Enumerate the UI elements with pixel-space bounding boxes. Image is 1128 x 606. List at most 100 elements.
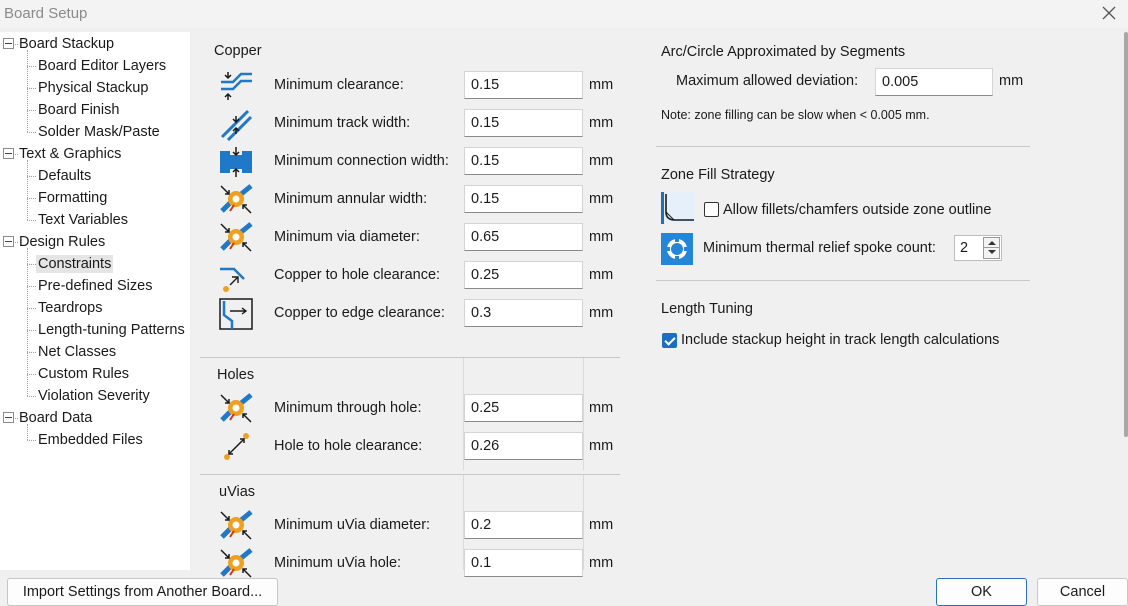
collapse-icon[interactable] xyxy=(3,412,14,423)
grid-line xyxy=(583,358,584,470)
rule-label: Minimum annular width: xyxy=(274,191,428,207)
tree-item-constraints[interactable]: Constraints xyxy=(36,253,114,275)
tree-connector xyxy=(27,286,36,287)
rule-value-input[interactable]: 0.25 xyxy=(464,261,583,289)
tree-item-net-classes[interactable]: Net Classes xyxy=(38,341,116,363)
length-section-title: Length Tuning xyxy=(661,301,753,317)
rule-unit: mm xyxy=(589,305,614,321)
tree-connector xyxy=(27,424,28,440)
rule-label: Hole to hole clearance: xyxy=(274,438,423,454)
rule-value-input[interactable]: 0.15 xyxy=(464,185,583,213)
tree-item-design-rules[interactable]: Design Rules xyxy=(19,231,105,253)
tree-item-board-data[interactable]: Board Data xyxy=(19,407,92,429)
rule-value-input[interactable]: 0.15 xyxy=(464,71,583,99)
rule-unit: mm xyxy=(589,115,614,131)
tree-connector xyxy=(27,220,36,221)
tree-item-label: Board Stackup xyxy=(19,36,115,52)
import-settings-button[interactable]: Import Settings from Another Board... xyxy=(7,578,278,606)
clearance-icon xyxy=(221,72,252,100)
grid-line xyxy=(463,358,464,470)
collapse-icon[interactable] xyxy=(3,38,14,49)
holes-section-title: Holes xyxy=(217,367,255,383)
tree-item-label: Board Finish xyxy=(38,102,120,118)
rule-label: Minimum track width: xyxy=(274,115,411,131)
tree-connector xyxy=(27,66,36,67)
tree-connector xyxy=(27,308,36,309)
tree-item-violation-severity[interactable]: Violation Severity xyxy=(38,385,150,407)
tree-item-label: Defaults xyxy=(38,168,92,184)
tree-item-board-stackup[interactable]: Board Stackup xyxy=(19,33,114,55)
grid-line xyxy=(583,475,584,570)
rule-value-input[interactable]: 0.26 xyxy=(464,432,583,460)
collapse-icon[interactable] xyxy=(3,236,14,247)
tree-connector xyxy=(27,176,36,177)
rule-label: Minimum through hole: xyxy=(274,400,422,416)
spin-up-icon[interactable] xyxy=(984,238,999,248)
rule-unit: mm xyxy=(589,77,614,93)
include-stackup-checkbox[interactable] xyxy=(662,333,677,348)
rule-label: Copper to hole clearance: xyxy=(274,267,441,283)
ok-button[interactable]: OK xyxy=(936,578,1027,606)
cancel-button[interactable]: Cancel xyxy=(1037,578,1128,606)
include-stackup-label: Include stackup height in track length c… xyxy=(681,332,1000,348)
zone-fill-note: Note: zone filling can be slow when < 0.… xyxy=(661,108,930,122)
tree-item-teardrops[interactable]: Teardrops xyxy=(38,297,102,319)
tree-connector xyxy=(15,154,18,155)
tree-item-label: Embedded Files xyxy=(38,432,143,448)
tree-item-label: Physical Stackup xyxy=(38,80,149,96)
rule-value-input[interactable]: 0.15 xyxy=(464,109,583,137)
spoke-count-spinner[interactable]: 2 xyxy=(954,235,1002,261)
rule-unit: mm xyxy=(589,153,614,169)
tree-item-label: Design Rules xyxy=(19,234,106,250)
tree-item-label: Board Data xyxy=(19,410,93,426)
tree-item-board-finish[interactable]: Board Finish xyxy=(38,99,119,121)
tree-item-label: Formatting xyxy=(38,190,108,206)
tree-item-text-variables[interactable]: Text Variables xyxy=(38,209,128,231)
tree-item-board-editor-layers[interactable]: Board Editor Layers xyxy=(38,55,166,77)
spin-down-icon[interactable] xyxy=(984,248,999,258)
title-bar: Board Setup xyxy=(0,0,1128,28)
tree-item-custom-rules[interactable]: Custom Rules xyxy=(38,363,129,385)
grid-line xyxy=(463,475,464,570)
tree-item-length-tuning-patterns[interactable]: Length-tuning Patterns xyxy=(38,319,185,341)
thermal-relief-icon xyxy=(661,233,693,265)
copper-separator xyxy=(200,357,620,358)
arc-separator xyxy=(656,146,1030,147)
fillet-icon xyxy=(661,192,695,224)
rule-value-input[interactable]: 0.25 xyxy=(464,394,583,422)
zone-separator xyxy=(656,280,1030,281)
rule-unit: mm xyxy=(589,191,614,207)
panel-scrollbar[interactable] xyxy=(1124,32,1128,437)
tree-item-defaults[interactable]: Defaults xyxy=(38,165,91,187)
rule-value-input[interactable]: 0.3 xyxy=(464,299,583,327)
tree-item-solder-mask-paste[interactable]: Solder Mask/Paste xyxy=(38,121,160,143)
tree-item-formatting[interactable]: Formatting xyxy=(38,187,107,209)
rule-value-input[interactable]: 0.15 xyxy=(464,147,583,175)
tree-connector xyxy=(27,248,28,396)
rule-value-input[interactable]: 0.2 xyxy=(464,511,583,539)
tree-connector xyxy=(15,242,18,243)
allow-fillets-label: Allow fillets/chamfers outside zone outl… xyxy=(723,202,992,218)
max-deviation-input[interactable]: 0.005 xyxy=(875,68,993,96)
tree-item-physical-stackup[interactable]: Physical Stackup xyxy=(38,77,148,99)
allow-fillets-checkbox[interactable] xyxy=(704,202,719,217)
rule-label: Minimum uVia hole: xyxy=(274,555,402,571)
tree-item-text-graphics[interactable]: Text & Graphics xyxy=(19,143,121,165)
tree-item-label: Solder Mask/Paste xyxy=(38,124,160,140)
tree-connector xyxy=(27,440,36,441)
tree-item-label: Length-tuning Patterns xyxy=(38,322,185,338)
tree-item-label: Net Classes xyxy=(38,344,117,360)
rule-value-input[interactable]: 0.1 xyxy=(464,549,583,577)
close-icon[interactable] xyxy=(1098,2,1120,24)
tree-item-label: Board Editor Layers xyxy=(38,58,167,74)
rule-value-input[interactable]: 0.65 xyxy=(464,223,583,251)
rule-unit: mm xyxy=(589,267,614,283)
tree-connector xyxy=(27,132,36,133)
tree-item-pre-defined-sizes[interactable]: Pre-defined Sizes xyxy=(38,275,152,297)
tree-item-embedded-files[interactable]: Embedded Files xyxy=(38,429,143,451)
arc-section-title: Arc/Circle Approximated by Segments xyxy=(661,44,906,60)
tree-connector xyxy=(15,418,18,419)
copper-section-title: Copper xyxy=(214,43,262,59)
collapse-icon[interactable] xyxy=(3,148,14,159)
spin-buttons xyxy=(983,237,1000,259)
